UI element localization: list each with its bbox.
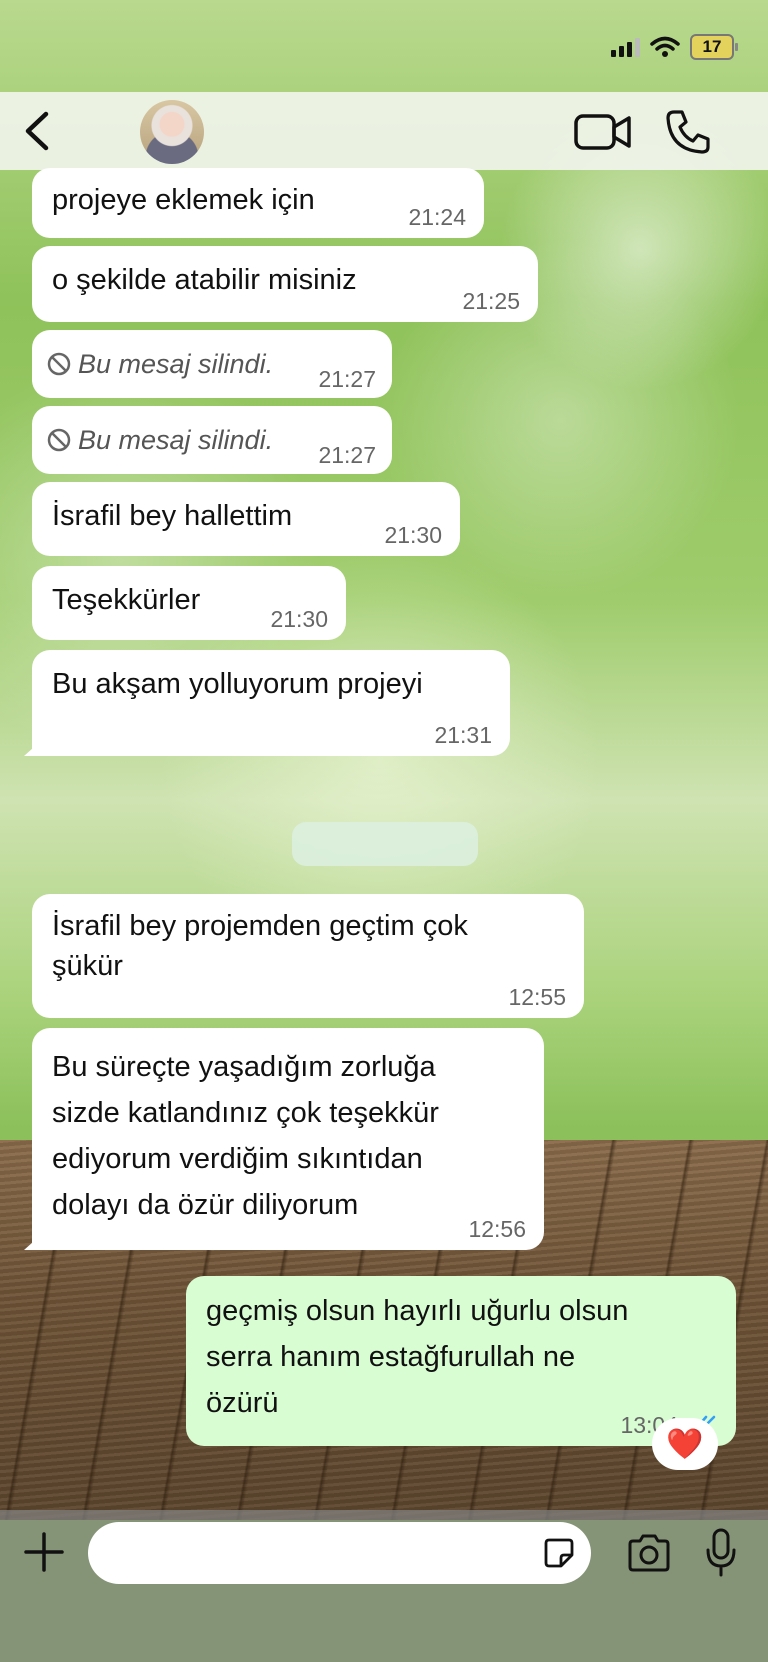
message-input[interactable] (88, 1522, 591, 1584)
message-line: serra hanım estağfurullah ne (206, 1341, 576, 1373)
sticker-icon[interactable] (543, 1537, 575, 1569)
message-text: İsrafil bey hallettim (52, 500, 293, 532)
message-line: dolayı da özür diliyorum (52, 1189, 359, 1221)
message-time: 21:30 (270, 606, 328, 632)
phone-icon[interactable] (664, 108, 712, 156)
chevron-left-icon[interactable] (18, 106, 58, 156)
message-bubble-deleted[interactable]: Bu mesaj silindi. 21:27 (32, 330, 392, 398)
message-time: 21:27 (318, 366, 376, 392)
message-line: ediyorum verdiğim sıkıntıdan (52, 1143, 423, 1175)
message-bubble-outgoing[interactable]: geçmiş olsun hayırlı uğurlu olsun serra … (186, 1276, 736, 1446)
heart-reaction[interactable]: ❤️ (652, 1418, 718, 1470)
bubble-tail (24, 740, 42, 756)
message-bubble-incoming[interactable]: Bu akşam yolluyorum projeyi 21:31 (24, 650, 510, 756)
chat-header (0, 92, 768, 170)
message-text: projeye eklemek için (52, 184, 315, 216)
deleted-icon (47, 352, 71, 376)
status-bar: 17 (0, 0, 768, 92)
message-time: 21:25 (462, 288, 520, 314)
message-bubble-incoming[interactable]: İsrafil bey hallettim 21:30 (32, 482, 460, 556)
message-bubble-incoming[interactable]: projeye eklemek için 21:24 (32, 168, 484, 238)
message-time: 12:56 (468, 1216, 526, 1242)
deleted-text: Bu mesaj silindi. (78, 425, 274, 455)
chat-screen: 17 projeye eklemek için 21:24 o şekilde … (0, 0, 768, 1662)
deleted-icon (47, 428, 71, 452)
message-text: Teşekkürler (52, 584, 201, 616)
message-time: 12:55 (508, 984, 566, 1010)
camera-icon[interactable] (626, 1534, 672, 1572)
contact-avatar[interactable] (140, 100, 204, 164)
date-separator (292, 822, 478, 866)
message-bubble-incoming[interactable]: Teşekkürler 21:30 (32, 566, 346, 640)
message-line: Bu süreçte yaşadığım zorluğa (52, 1051, 436, 1083)
microphone-icon[interactable] (704, 1528, 738, 1578)
message-line: geçmiş olsun hayırlı uğurlu olsun (206, 1295, 629, 1327)
composer-bar (0, 1510, 768, 1662)
cellular-signal-icon (611, 37, 640, 57)
message-line: sizde katlandınız çok teşekkür (52, 1097, 439, 1129)
deleted-text: Bu mesaj silindi. (78, 349, 274, 379)
message-bubble-incoming[interactable]: İsrafil bey projemden geçtim çok şükür 1… (32, 894, 584, 1018)
status-icons: 17 (611, 34, 738, 60)
message-time: 21:30 (384, 522, 442, 548)
message-bubble-incoming[interactable]: o şekilde atabilir misiniz 21:25 (32, 246, 538, 322)
message-bubble-deleted[interactable]: Bu mesaj silindi. 21:27 (32, 406, 392, 474)
message-time: 21:31 (434, 722, 492, 748)
message-time: 21:24 (408, 204, 466, 230)
message-line: şükür (52, 950, 123, 982)
wifi-icon (650, 36, 680, 57)
message-text: Bu akşam yolluyorum projeyi (52, 668, 423, 700)
message-time: 21:27 (318, 442, 376, 468)
message-bubble-incoming[interactable]: Bu süreçte yaşadığım zorluğa sizde katla… (24, 1028, 544, 1250)
battery-icon: 17 (690, 34, 738, 60)
video-camera-icon[interactable] (574, 112, 632, 152)
message-line: İsrafil bey projemden geçtim çok (52, 910, 468, 942)
message-text: o şekilde atabilir misiniz (52, 264, 357, 296)
plus-icon[interactable] (22, 1530, 66, 1574)
